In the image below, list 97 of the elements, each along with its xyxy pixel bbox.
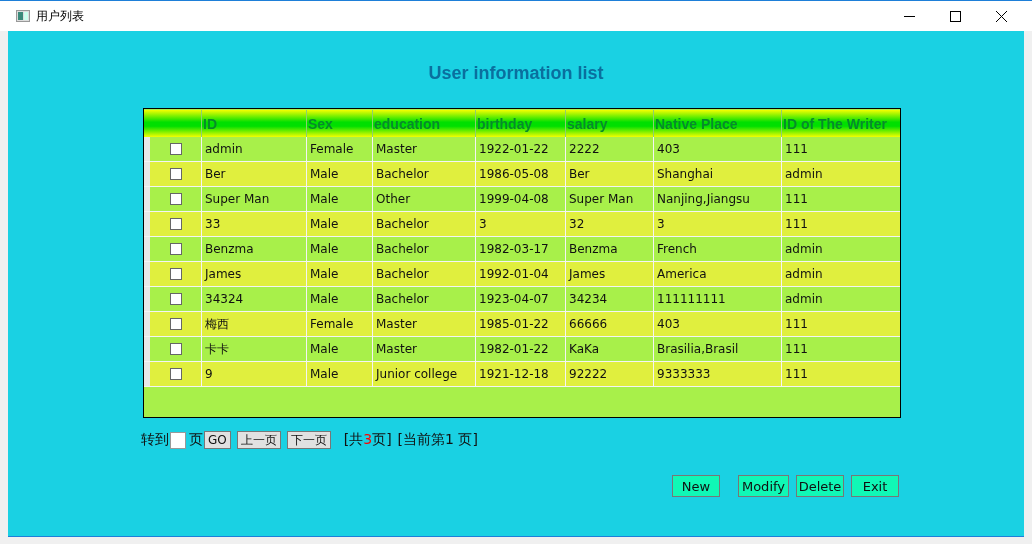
table-cell: Nanjing,Jiangsu bbox=[653, 187, 781, 211]
table-cell: Male bbox=[306, 212, 372, 236]
row-checkbox[interactable] bbox=[169, 193, 182, 205]
table-cell: 33 bbox=[201, 212, 306, 236]
table-cell: James bbox=[201, 262, 306, 286]
row-checkbox[interactable] bbox=[169, 293, 182, 305]
go-button[interactable]: GO bbox=[204, 431, 231, 449]
table-cell: 1982-03-17 bbox=[475, 237, 565, 261]
row-checkbox[interactable] bbox=[169, 218, 182, 230]
table-cell: James bbox=[565, 262, 653, 286]
row-checkbox[interactable] bbox=[169, 343, 182, 355]
prev-page-button[interactable]: 上一页 bbox=[236, 431, 281, 449]
table-cell: 111 bbox=[781, 312, 899, 336]
table-cell: admin bbox=[781, 162, 899, 186]
table-cell: Bachelor bbox=[372, 162, 475, 186]
goto-label: 转到 bbox=[141, 431, 169, 449]
next-page-button[interactable]: 下一页 bbox=[286, 431, 331, 449]
page-heading: User information list bbox=[428, 63, 604, 84]
table-cell: 卡卡 bbox=[201, 337, 306, 361]
table-cell: Benzma bbox=[565, 237, 653, 261]
table-cell: 1992-01-04 bbox=[475, 262, 565, 286]
table-cell: Female bbox=[306, 137, 372, 161]
maximize-icon[interactable] bbox=[949, 10, 961, 22]
current-page-label: [当前第1 页] bbox=[397, 431, 478, 449]
table-cell: 1985-01-22 bbox=[475, 312, 565, 336]
table-cell: Female bbox=[306, 312, 372, 336]
action-button[interactable]: Modify bbox=[738, 475, 789, 497]
table-cell: Bachelor bbox=[372, 287, 475, 311]
table-cell: French bbox=[653, 237, 781, 261]
table-cell: Other bbox=[372, 187, 475, 211]
table-cell: Bachelor bbox=[372, 212, 475, 236]
table-cell: 111111111 bbox=[653, 287, 781, 311]
row-checkbox[interactable] bbox=[169, 168, 182, 180]
table-cell: Ber bbox=[565, 162, 653, 186]
table-cell: 403 bbox=[653, 312, 781, 336]
table-cell: Brasilia,Brasil bbox=[653, 337, 781, 361]
table-cell: Super Man bbox=[565, 187, 653, 211]
page-label: 页 bbox=[189, 431, 203, 449]
table-cell: 92222 bbox=[565, 362, 653, 386]
table-cell: Shanghai bbox=[653, 162, 781, 186]
table-cell: 1922-01-22 bbox=[475, 137, 565, 161]
table-cell: Male bbox=[306, 262, 372, 286]
row-checkbox[interactable] bbox=[169, 243, 182, 255]
table-cell: Male bbox=[306, 237, 372, 261]
action-button[interactable]: Exit bbox=[851, 475, 899, 497]
row-checkbox[interactable] bbox=[169, 143, 182, 155]
table-cell: Master bbox=[372, 312, 475, 336]
row-checkbox[interactable] bbox=[169, 368, 182, 380]
table-cell: 1999-04-08 bbox=[475, 187, 565, 211]
table-cell: 34324 bbox=[201, 287, 306, 311]
table-cell: KaKa bbox=[565, 337, 653, 361]
table-cell: 34234 bbox=[565, 287, 653, 311]
table-cell: Ber bbox=[201, 162, 306, 186]
row-checkbox[interactable] bbox=[169, 268, 182, 280]
table-cell: Master bbox=[372, 137, 475, 161]
table-cell: admin bbox=[201, 137, 306, 161]
table-cell: 梅西 bbox=[201, 312, 306, 336]
table-cell: Male bbox=[306, 287, 372, 311]
table-cell: Benzma bbox=[201, 237, 306, 261]
table-cell: Bachelor bbox=[372, 262, 475, 286]
table-cell: Master bbox=[372, 337, 475, 361]
table-cell: 111 bbox=[781, 337, 899, 361]
table-cell: 111 bbox=[781, 187, 899, 211]
total-pages-label: [共3页] bbox=[343, 431, 392, 449]
table-cell: 9333333 bbox=[653, 362, 781, 386]
close-icon[interactable] bbox=[995, 10, 1007, 22]
table-cell: 1923-04-07 bbox=[475, 287, 565, 311]
table-cell: 111 bbox=[781, 362, 899, 386]
table-cell: Male bbox=[306, 362, 372, 386]
row-checkbox[interactable] bbox=[169, 318, 182, 330]
table-cell: 3 bbox=[653, 212, 781, 236]
table-cell: admin bbox=[781, 262, 899, 286]
table-cell: 3 bbox=[475, 212, 565, 236]
table-cell: Male bbox=[306, 187, 372, 211]
table-cell: Bachelor bbox=[372, 237, 475, 261]
table-cell: 9 bbox=[201, 362, 306, 386]
table-cell: 403 bbox=[653, 137, 781, 161]
table-cell: 1986-05-08 bbox=[475, 162, 565, 186]
action-button[interactable]: New bbox=[672, 475, 720, 497]
table-cell: 1982-01-22 bbox=[475, 337, 565, 361]
table-cell: 1921-12-18 bbox=[475, 362, 565, 386]
table-cell: 32 bbox=[565, 212, 653, 236]
table-cell: 2222 bbox=[565, 137, 653, 161]
table-cell: 111 bbox=[781, 137, 899, 161]
table-cell: Male bbox=[306, 337, 372, 361]
table-cell: Male bbox=[306, 162, 372, 186]
action-button[interactable]: Delete bbox=[796, 475, 844, 497]
table-cell: Super Man bbox=[201, 187, 306, 211]
table-cell: admin bbox=[781, 237, 899, 261]
window-title: 用户列表 bbox=[36, 7, 85, 25]
page-input[interactable] bbox=[170, 431, 186, 449]
table-cell: admin bbox=[781, 287, 899, 311]
table-cell: 111 bbox=[781, 212, 899, 236]
table-cell: 66666 bbox=[565, 312, 653, 336]
table-cell: Junior college bbox=[372, 362, 475, 386]
table-cell: America bbox=[653, 262, 781, 286]
app-icon bbox=[16, 10, 30, 22]
